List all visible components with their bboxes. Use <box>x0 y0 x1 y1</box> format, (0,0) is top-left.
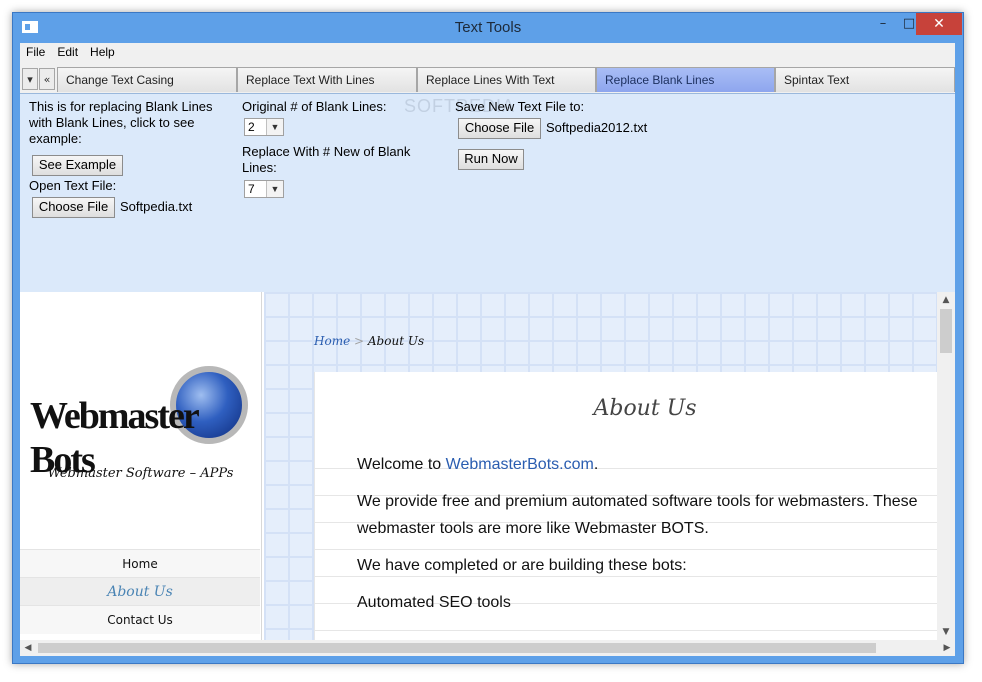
site-main: Home > About Us About Us Welcome to Webm… <box>264 292 938 640</box>
original-blank-lines-label: Original # of Blank Lines: <box>242 99 387 114</box>
tab-scroll-back-button[interactable]: « <box>39 68 55 90</box>
scroll-left-icon[interactable]: ◀ <box>20 640 36 656</box>
tab-spintax-text[interactable]: Spintax Text <box>775 67 955 92</box>
webmaster-bots-logo: Webmaster Bots <box>30 362 255 481</box>
tab-replace-text-with-lines[interactable]: Replace Text With Lines <box>237 67 417 92</box>
welcome-suffix: . <box>593 456 599 473</box>
horizontal-scroll-thumb[interactable] <box>38 643 876 653</box>
replace-blank-lines-value: 7 <box>248 182 255 196</box>
tab-change-text-casing[interactable]: Change Text Casing <box>57 67 237 92</box>
chevron-down-icon: ▼ <box>266 119 283 135</box>
web-preview: Webmaster Bots Webmaster Software – APPs… <box>20 292 955 656</box>
save-file-name: Softpedia2012.txt <box>546 120 648 135</box>
replace-blank-lines-select[interactable]: 7 ▼ <box>244 180 284 198</box>
see-example-button[interactable]: See Example <box>32 155 123 176</box>
site-nav-home[interactable]: Home <box>20 549 260 578</box>
breadcrumb-current: About Us <box>367 334 425 348</box>
original-blank-lines-select[interactable]: 2 ▼ <box>244 118 284 136</box>
tab-replace-lines-with-text[interactable]: Replace Lines With Text <box>417 67 596 92</box>
save-text-file-label: Save New Text File to: <box>455 99 585 114</box>
run-now-button[interactable]: Run Now <box>458 149 524 170</box>
vertical-scroll-thumb[interactable] <box>940 309 952 353</box>
client-area: File Edit Help ▾ « Change Text Casing Repl… <box>20 43 955 656</box>
scroll-up-icon[interactable]: ▲ <box>937 292 955 308</box>
intro-line-1: We provide free and premium automated so… <box>357 493 918 510</box>
open-text-file-label: Open Text File: <box>29 178 117 193</box>
close-button[interactable]: ✕ <box>916 13 962 35</box>
horizontal-scrollbar[interactable]: ◀ ▶ <box>20 640 955 656</box>
tab-list-dropdown-button[interactable]: ▾ <box>22 68 38 90</box>
seo-tools-text: Automated SEO tools <box>357 594 511 611</box>
breadcrumb-home-link[interactable]: Home <box>314 334 350 348</box>
description-text: This is for replacing Blank Lines with B… <box>29 99 213 146</box>
site-nav-about-us[interactable]: About Us <box>20 577 260 606</box>
open-file-name: Softpedia.txt <box>120 199 193 214</box>
save-choose-file-button[interactable]: Choose File <box>458 118 541 139</box>
breadcrumb-separator: > <box>354 334 365 348</box>
page-title: About Us <box>593 396 697 421</box>
menu-file[interactable]: File <box>20 43 51 59</box>
tool-panel: SOFTPEDIA This is for replacing Blank Li… <box>20 94 955 292</box>
vertical-scrollbar[interactable]: ▲ ▼ <box>937 292 955 640</box>
content-area: About Us Welcome to WebmasterBots.com. W… <box>314 372 938 640</box>
replace-blank-lines-label: Replace With # New of Blank Lines: <box>242 144 411 175</box>
intro-line-2: webmaster tools are more like Webmaster … <box>357 520 709 537</box>
welcome-text: Welcome to WebmasterBots.com. <box>357 451 937 478</box>
window-title: Text Tools <box>454 19 522 36</box>
site-tagline: Webmaster Software – APPs <box>47 466 234 481</box>
scroll-down-icon[interactable]: ▼ <box>937 624 955 640</box>
bots-intro-text: We have completed or are building these … <box>357 557 687 574</box>
site-nav-contact-us[interactable]: Contact Us <box>20 605 260 634</box>
menu-help[interactable]: Help <box>84 43 121 59</box>
breadcrumb: Home > About Us <box>314 334 424 348</box>
minimize-button[interactable]: – <box>869 13 897 35</box>
tab-replace-blank-lines[interactable]: Replace Blank Lines <box>596 67 775 92</box>
tab-strip: ▾ « Change Text Casing Replace Text With… <box>20 65 955 94</box>
site-sidebar: Webmaster Bots Webmaster Software – APPs… <box>20 292 262 640</box>
welcome-prefix: Welcome to <box>357 456 446 473</box>
open-choose-file-button[interactable]: Choose File <box>32 197 115 218</box>
app-window: Text Tools – □ ✕ File Edit Help ▾ « Change… <box>12 12 964 664</box>
menu-edit[interactable]: Edit <box>51 43 84 59</box>
original-blank-lines-value: 2 <box>248 120 255 134</box>
title-bar[interactable]: Text Tools – □ ✕ <box>13 13 963 43</box>
webmasterbots-link[interactable]: WebmasterBots.com <box>446 456 594 473</box>
menu-bar: File Edit Help <box>20 43 955 63</box>
scroll-right-icon[interactable]: ▶ <box>939 640 955 656</box>
chevron-down-icon: ▼ <box>266 181 283 197</box>
